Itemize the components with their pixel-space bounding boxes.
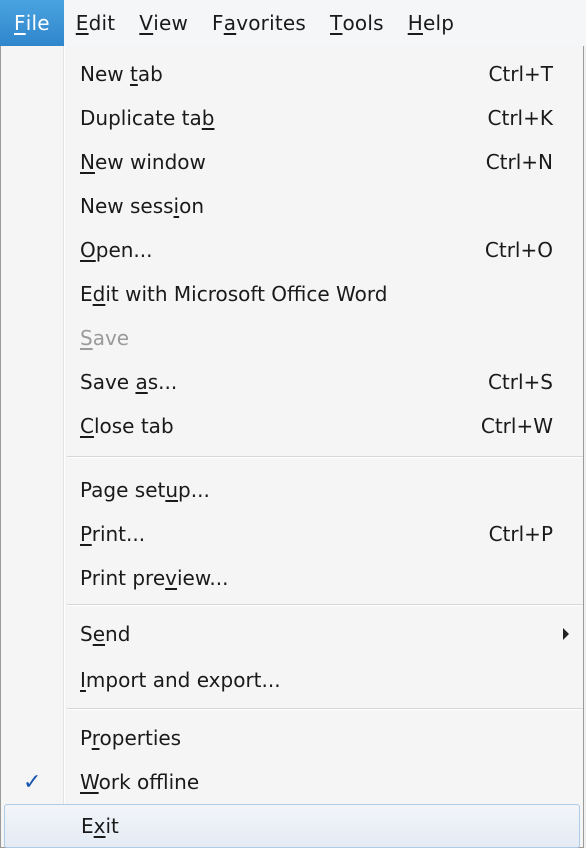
menu-item-duplicate-tab[interactable]: Duplicate tab Ctrl+K <box>1 96 583 140</box>
menu-item-label: Duplicate tab <box>80 106 215 130</box>
menu-favorites-mnemonic: a <box>223 11 237 35</box>
menu-item-save: Save <box>1 316 583 360</box>
menu-item-new-session[interactable]: New session <box>1 184 583 228</box>
menu-item-label: New session <box>80 194 205 218</box>
checkmark-icon: ✓ <box>23 769 42 795</box>
menu-favorites-rest: vorites <box>236 11 307 35</box>
menu-item-properties[interactable]: Properties <box>1 716 583 760</box>
menu-item-label: New tab <box>80 62 163 86</box>
menu-item-label: Edit with Microsoft Office Word <box>80 282 388 306</box>
menu-item-label: Exit <box>81 814 119 838</box>
menu-item-print-preview[interactable]: Print preview... <box>1 556 583 600</box>
menu-item-label: Close tab <box>80 414 174 438</box>
menu-item-exit[interactable]: Exit <box>4 804 580 848</box>
menu-item-open[interactable]: Open... Ctrl+O <box>1 228 583 272</box>
menu-item-label: Print preview... <box>80 566 229 590</box>
menu-item-label: Send <box>80 622 131 646</box>
menu-tools-mnemonic: T <box>330 11 343 35</box>
menu-separator <box>67 708 583 710</box>
menu-item-print[interactable]: Print... Ctrl+P <box>1 512 583 556</box>
menu-item-label: Save <box>80 326 130 350</box>
shortcut-label: Ctrl+T <box>488 62 553 86</box>
menu-edit-rest: dit <box>88 11 116 35</box>
shortcut-label: Ctrl+W <box>480 414 553 438</box>
menu-tools-rest: ools <box>342 11 384 35</box>
menu-item-edit-with-word[interactable]: Edit with Microsoft Office Word <box>1 272 583 316</box>
menu-item-label: Import and export... <box>80 668 281 692</box>
menu-separator <box>67 456 583 458</box>
menu-item-label: Page setup... <box>80 478 210 502</box>
menu-favorites[interactable]: Fa vorites <box>200 0 318 46</box>
screen: File Edit View Fa vorites Tools Help New … <box>0 0 586 848</box>
menu-item-work-offline[interactable]: ✓ Work offline <box>1 760 583 804</box>
menu-tools[interactable]: Tools <box>318 0 396 46</box>
submenu-arrow-icon <box>563 628 569 640</box>
menu-help[interactable]: Help <box>396 0 466 46</box>
menu-item-import-export[interactable]: Import and export... <box>1 658 583 702</box>
menu-bar: File Edit View Fa vorites Tools Help <box>0 0 586 46</box>
menu-item-page-setup[interactable]: Page setup... <box>1 468 583 512</box>
shortcut-label: Ctrl+N <box>485 150 553 174</box>
menu-separator <box>67 604 583 606</box>
menu-file[interactable]: File <box>0 0 64 46</box>
menu-item-label: Print... <box>80 522 146 546</box>
menu-item-label: Work offline <box>80 770 200 794</box>
shortcut-label: Ctrl+P <box>488 522 553 546</box>
menu-view-rest: iew <box>153 11 189 35</box>
menu-item-label: Save as... <box>80 370 178 394</box>
menu-edit[interactable]: Edit <box>64 0 128 46</box>
shortcut-label: Ctrl+K <box>487 106 553 130</box>
menu-item-send[interactable]: Send <box>1 612 583 656</box>
menu-file-rest: ile <box>25 11 50 35</box>
menu-item-label: Open... <box>80 238 153 262</box>
menu-item-save-as[interactable]: Save as... Ctrl+S <box>1 360 583 404</box>
menu-help-mnemonic: H <box>407 11 423 35</box>
shortcut-label: Ctrl+O <box>484 238 553 262</box>
menu-favorites-pre: F <box>212 11 224 35</box>
menu-item-label: New window <box>80 150 206 174</box>
menu-item-new-window[interactable]: New window Ctrl+N <box>1 140 583 184</box>
menu-help-rest: elp <box>422 11 455 35</box>
shortcut-label: Ctrl+S <box>487 370 553 394</box>
file-menu-dropdown: New tab Ctrl+T Duplicate tab Ctrl+K New … <box>0 46 584 848</box>
menu-item-label: Properties <box>80 726 182 750</box>
menu-view-mnemonic: V <box>139 11 154 35</box>
menu-view[interactable]: View <box>127 0 200 46</box>
menu-item-close-tab[interactable]: Close tab Ctrl+W <box>1 404 583 448</box>
menu-item-new-tab[interactable]: New tab Ctrl+T <box>1 52 583 96</box>
menu-edit-mnemonic: E <box>75 11 89 35</box>
menu-file-mnemonic: F <box>14 11 26 35</box>
